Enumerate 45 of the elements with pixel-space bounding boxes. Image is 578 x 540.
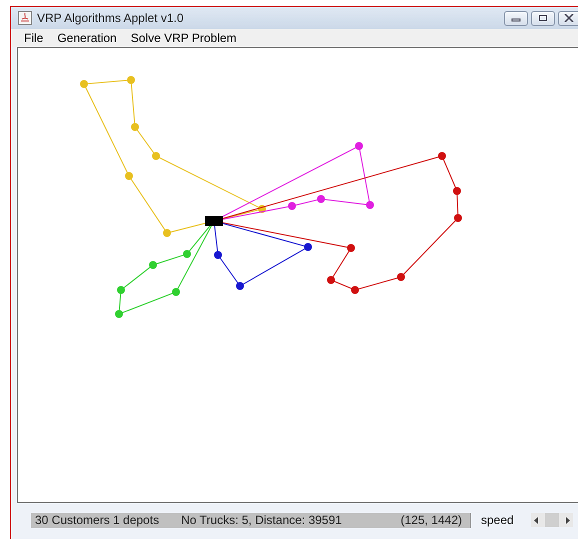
maximize-button[interactable] bbox=[531, 10, 555, 26]
speed-label: speed bbox=[481, 513, 514, 527]
window-title: VRP Algorithms Applet v1.0 bbox=[37, 11, 184, 25]
customer-node bbox=[80, 80, 88, 88]
menu-item[interactable]: Generation bbox=[57, 31, 117, 45]
customer-node bbox=[172, 288, 180, 296]
customer-node bbox=[366, 201, 374, 209]
customer-node bbox=[355, 142, 363, 150]
customer-node bbox=[454, 214, 462, 222]
customer-node bbox=[117, 286, 125, 294]
customer-node bbox=[152, 152, 160, 160]
menu-item[interactable]: File bbox=[24, 31, 44, 45]
customer-node bbox=[351, 286, 359, 294]
customer-node bbox=[397, 273, 405, 281]
app-icon bbox=[18, 11, 32, 25]
customer-node bbox=[131, 123, 139, 131]
customer-node bbox=[163, 229, 171, 237]
close-icon bbox=[564, 14, 574, 22]
maximize-icon bbox=[538, 14, 548, 22]
trucks-distance: No Trucks: 5, Distance: 39591 bbox=[181, 513, 342, 527]
customer-node bbox=[453, 187, 461, 195]
customer-node bbox=[317, 195, 325, 203]
customer-node bbox=[127, 76, 135, 84]
customer-node bbox=[347, 244, 355, 252]
close-button[interactable] bbox=[558, 10, 578, 26]
customer-node bbox=[236, 282, 244, 290]
customer-node bbox=[327, 276, 335, 284]
customer-node bbox=[304, 243, 312, 251]
customer-node bbox=[125, 172, 133, 180]
scroll-thumb[interactable] bbox=[544, 513, 559, 527]
customer-node bbox=[115, 310, 123, 318]
cursor-coordinates: (125, 1442) bbox=[400, 513, 462, 527]
menu-item[interactable]: Solve VRP Problem bbox=[130, 31, 237, 45]
customer-node bbox=[214, 251, 222, 259]
left-arrow-icon[interactable] bbox=[534, 516, 539, 524]
minimize-button[interactable] bbox=[504, 10, 528, 26]
customer-node bbox=[438, 152, 446, 160]
customer-node bbox=[183, 250, 191, 258]
customer-node bbox=[288, 202, 296, 210]
customer-count: 30 Customers 1 depots bbox=[35, 513, 160, 527]
depot-marker bbox=[205, 216, 223, 226]
customer-node bbox=[258, 205, 266, 213]
speed-scrollbar[interactable] bbox=[530, 513, 573, 527]
customer-node bbox=[149, 261, 157, 269]
right-arrow-icon[interactable] bbox=[564, 516, 570, 524]
